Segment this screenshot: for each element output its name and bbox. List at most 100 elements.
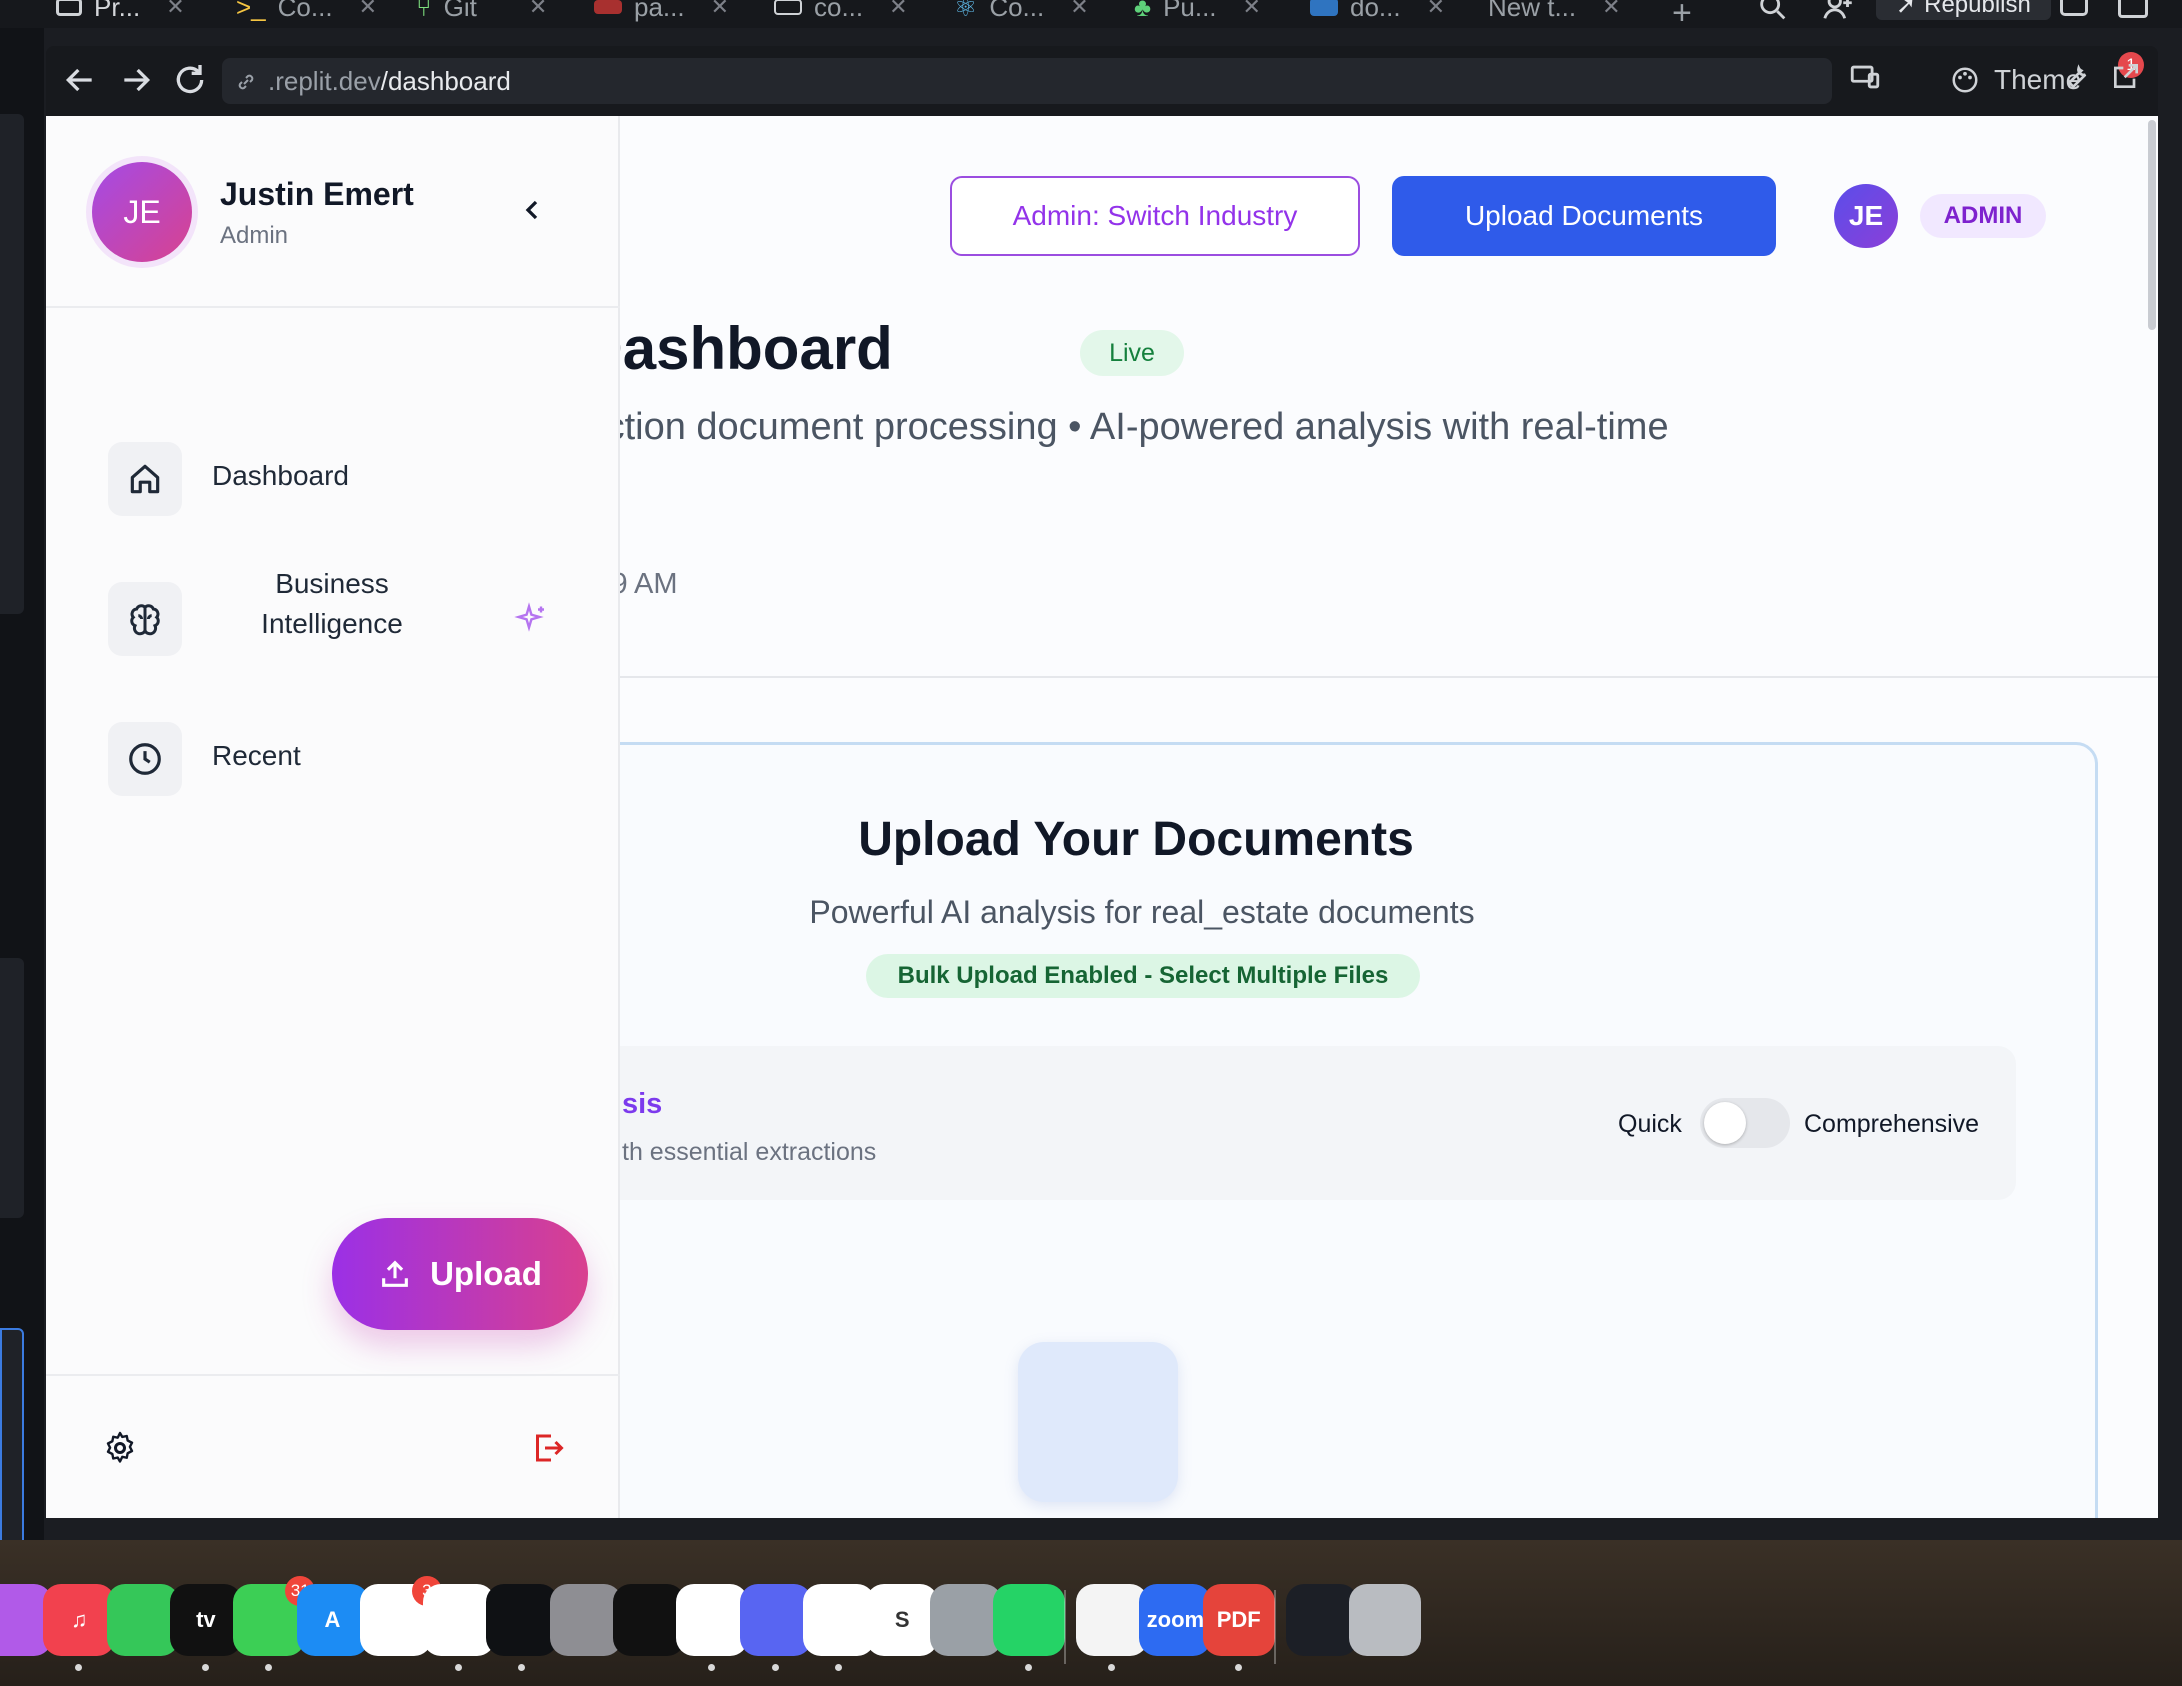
browser-tab[interactable]: New t... ✕ [1488,0,1621,22]
sidebar-item-dashboard[interactable]: Dashboard [108,424,588,534]
close-icon[interactable]: ✕ [1070,0,1088,20]
close-icon[interactable]: ✕ [529,0,547,20]
sidebar-item-label: Recent [212,740,301,771]
trash-dock-icon[interactable] [1349,1584,1422,1656]
analysis-mode-toggle[interactable] [1700,1098,1790,1148]
cursor-icon: ➚ [1896,0,1917,19]
upload-card-subtitle: Powerful AI analysis for real_estate doc… [809,894,1475,930]
running-indicator [1234,1664,1242,1671]
url-field[interactable]: .replit.dev/dashboard [222,58,1832,104]
window-icon[interactable] [2060,0,2088,16]
slack-dock-icon[interactable] [676,1584,749,1656]
avatar[interactable]: JE [92,162,192,262]
sidebar-item-recent[interactable]: Recent [108,704,588,814]
whatsapp-dock-icon[interactable] [992,1584,1065,1656]
user-name: Justin Emert [220,176,414,212]
browser-tab[interactable]: do... ✕ [1310,0,1445,22]
browser-tab[interactable]: Pr... ✕ [56,0,185,22]
close-icon[interactable]: ✕ [1427,0,1445,20]
running-indicator [518,1664,526,1671]
address-bar: .replit.dev/dashboard Theme 1 [46,46,2158,116]
news-dock-icon[interactable] [802,1584,875,1656]
upload-dropzone-icon[interactable] [1018,1342,1178,1502]
close-icon[interactable]: ✕ [359,0,377,20]
avatar[interactable]: JE [1834,184,1898,248]
discord-dock-icon[interactable] [739,1584,812,1656]
palette-icon [1952,67,1978,93]
reload-icon[interactable] [170,60,210,100]
sidebar-item-business-intelligence[interactable]: Business Intelligence [108,564,588,674]
textedit-dock-icon[interactable] [1076,1584,1149,1656]
live-badge: Live [1080,330,1184,376]
music-dock-icon[interactable]: ♫ [43,1584,116,1656]
role-badge: ADMIN [1920,194,2046,238]
running-indicator [1024,1664,1032,1671]
add-user-icon[interactable] [1822,0,1856,24]
cursor-dock-icon[interactable] [486,1584,559,1656]
link-icon [238,74,254,90]
spotify-dock-icon[interactable] [613,1584,685,1656]
pdf-expert-dock-icon[interactable]: PDF [1202,1584,1275,1656]
clock-icon [108,722,182,796]
apple-tv-dock-icon[interactable]: tv [169,1584,242,1656]
close-icon[interactable]: ✕ [711,0,729,20]
external-link-icon[interactable] [2110,60,2142,92]
browser-tab[interactable]: co... ✕ [774,0,908,22]
close-icon[interactable]: ✕ [1602,0,1620,20]
close-icon[interactable]: ✕ [889,0,907,20]
dock-separator [1064,1590,1067,1664]
forward-icon[interactable] [116,60,156,100]
running-indicator [75,1664,83,1671]
chevron-left-icon[interactable] [516,194,548,226]
upload-documents-button[interactable]: Upload Documents [1392,176,1776,256]
sidebar-item-label: Dashboard [212,460,349,491]
running-indicator [834,1664,842,1671]
browser-tab[interactable]: ♣ Pu... ✕ [1134,0,1261,22]
dock: ♫tv31A3SzoomPDF [0,1576,2182,1674]
divider [46,1374,620,1376]
upload-button[interactable]: Upload [332,1218,588,1330]
logout-icon[interactable] [530,1430,566,1466]
react-icon: ⚛ [954,0,978,22]
sparkle-icon [514,602,544,632]
skype-dock-icon[interactable]: S [866,1584,939,1656]
brain-icon [108,582,182,656]
running-indicator [455,1664,463,1671]
browser-tab[interactable]: ⑂ Git ✕ [416,0,547,22]
devices-icon[interactable] [1848,60,1882,94]
close-icon[interactable]: ✕ [1243,0,1261,20]
zoom-dock-icon[interactable]: zoom [1139,1584,1212,1656]
running-indicator [771,1664,779,1671]
iphone-mirroring-dock-icon[interactable] [929,1584,1002,1656]
facetime-dock-icon[interactable] [106,1584,179,1656]
gear-icon[interactable] [102,1430,138,1466]
comprehensive-label: Comprehensive [1804,1110,1980,1138]
running-indicator [1108,1664,1116,1671]
divider [426,676,2158,678]
app-store-dock-icon[interactable]: A [296,1584,369,1656]
screen-thumbnail-dock-icon[interactable] [1286,1584,1358,1656]
analysis-mode-description: th essential extractions [622,1138,877,1166]
terminal-icon: >_ [236,0,266,22]
scrollbar[interactable] [2148,120,2156,330]
browser-tab[interactable]: >_ Co... ✕ [236,0,377,22]
split-view-icon[interactable] [2118,0,2148,18]
dock-separator [1274,1590,1276,1664]
back-icon[interactable] [60,60,100,100]
home-icon [108,442,182,516]
republish-button[interactable]: ➚ Republish [1876,0,2051,20]
new-tab-icon[interactable]: + [1672,0,1692,33]
browser-tab[interactable]: ⚛ Co... ✕ [954,0,1089,22]
system-settings-dock-icon[interactable] [549,1584,622,1656]
wrench-icon[interactable] [2060,60,2092,92]
quick-label: Quick [1618,1110,1682,1138]
search-icon[interactable] [1756,0,1790,24]
app-viewport: Admin: Switch Industry Upload Documents … [46,116,2158,1518]
chrome-dock-icon[interactable] [423,1584,496,1656]
user-role: Admin [220,222,289,249]
browser-tab[interactable]: pa... ✕ [594,0,729,22]
switch-industry-button[interactable]: Admin: Switch Industry [950,176,1360,256]
close-icon[interactable]: ✕ [166,0,184,20]
upload-icon [382,1260,408,1287]
git-branch-icon: ⑂ [416,0,432,22]
